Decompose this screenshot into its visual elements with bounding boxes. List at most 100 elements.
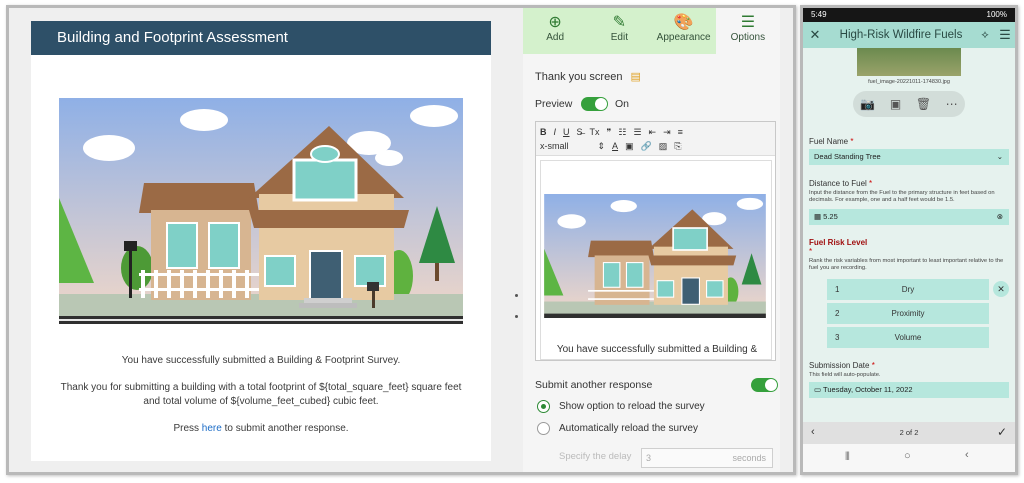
risk-required-mark: *	[809, 247, 813, 256]
appearance-tab[interactable]: 🎨 Appearance	[651, 8, 716, 54]
font-size-stepper-icon[interactable]: ⇕	[598, 141, 606, 152]
status-bar: 5:49 100%	[803, 8, 1015, 22]
submit-another-toggle[interactable]	[751, 378, 778, 392]
editor-content[interactable]: You have successfully submitted a Buildi…	[540, 160, 772, 360]
plus-circle-icon: ⊕	[548, 14, 562, 31]
edit-tab[interactable]: ✎ Edit	[587, 8, 652, 54]
outdent-button[interactable]: ⇤	[649, 127, 657, 138]
app-title: High-Risk Wildfire Fuels	[839, 29, 963, 41]
add-folder-icon[interactable]: ▣	[890, 97, 901, 111]
quote-button[interactable]: ❞	[607, 127, 612, 138]
image-actions: 📷 ▣ 🗑 ⋯	[853, 91, 965, 117]
camera-icon[interactable]: 📷	[860, 97, 875, 111]
thank-you-screen-title: Thank you screen ▤	[535, 71, 641, 83]
submit-check-icon[interactable]: ✓	[997, 425, 1007, 439]
show-reload-option-label: Show option to reload the survey	[559, 401, 705, 412]
satellite-icon[interactable]: ⟡	[975, 29, 995, 42]
app-bar: ✕ High-Risk Wildfire Fuels ⟡ ☰	[803, 22, 1015, 48]
italic-button[interactable]: I	[554, 127, 557, 137]
submit-another-message: Press here to submit another response.	[31, 422, 491, 436]
house-illustration	[59, 98, 463, 324]
panel-resize-handle[interactable]	[515, 294, 518, 336]
nav-back-icon[interactable]: ‹	[965, 449, 969, 461]
success-message: You have successfully submitted a Buildi…	[121, 355, 401, 366]
more-icon[interactable]: ⋯	[946, 97, 958, 111]
settings-panel: ⊕ Add ✎ Edit 🎨 Appearance ☰ Options Than…	[523, 8, 780, 472]
auto-reload-option-label: Automatically reload the survey	[559, 423, 698, 434]
house-illustration-thumbnail	[544, 194, 766, 318]
font-size-select[interactable]: x-small	[540, 141, 569, 151]
recent-apps-icon[interactable]: ⦀	[845, 451, 850, 464]
distance-label: Distance to Fuel *	[809, 179, 873, 188]
home-icon[interactable]: ○	[904, 450, 911, 462]
text-color-button[interactable]: A	[612, 141, 618, 151]
align-button[interactable]: ≡	[678, 127, 683, 137]
survey-form: fuel_image-20221011-174830.jpg 📷 ▣ 🗑 ⋯ F…	[803, 48, 1015, 422]
options-tab[interactable]: ☰ Options	[715, 8, 780, 54]
highlight-button[interactable]: ▣	[625, 141, 634, 152]
rank-item[interactable]: 2 Proximity	[827, 303, 989, 324]
rank-item[interactable]: 1 Dry	[827, 279, 989, 300]
trash-icon[interactable]: 🗑	[916, 97, 931, 111]
rich-text-editor: B I U S̶ Tx ❞ ☷ ☰ ⇤ ⇥ ≡ x-small ⇕ A ▣ 🔗 …	[535, 121, 776, 361]
clear-icon[interactable]: ⊗	[997, 209, 1003, 225]
auto-reload-option-radio[interactable]	[537, 422, 550, 435]
calculator-icon: ▦	[814, 212, 824, 221]
designer-toolbar: ⊕ Add ✎ Edit 🎨 Appearance ☰ Options	[523, 8, 780, 54]
editor-message-text: You have successfully submitted a Buildi…	[556, 344, 758, 355]
options-tab-label: Options	[730, 32, 766, 43]
pencil-icon: ✎	[612, 14, 627, 31]
submit-another-text: to submit another response.	[224, 423, 349, 434]
indent-button[interactable]: ⇥	[663, 127, 671, 138]
volume-message: and total volume of ${volume_feet_cubed}…	[143, 396, 379, 407]
fuel-name-value: Dead Standing Tree	[814, 152, 881, 161]
distance-value: 5.25	[823, 212, 838, 221]
fuel-name-select[interactable]: Dead Standing Tree ⌄	[809, 149, 1009, 165]
numbered-list-button[interactable]: ☷	[618, 127, 626, 138]
distance-input[interactable]: ▦ 5.25 ⊗	[809, 209, 1009, 225]
survey-header: Building and Footprint Assessment	[31, 21, 491, 55]
delay-value: 3	[646, 453, 652, 463]
bold-button[interactable]: B	[540, 127, 547, 137]
preview-toggle[interactable]	[581, 97, 608, 111]
link-button[interactable]: 🔗	[641, 141, 652, 152]
page-indicator: 2 of 2	[899, 428, 919, 437]
menu-icon[interactable]: ☰	[995, 27, 1015, 43]
mobile-survey-app: 5:49 100% ✕ High-Risk Wildfire Fuels ⟡ ☰…	[800, 5, 1018, 475]
bullet-list-button[interactable]: ☰	[633, 127, 641, 138]
clear-format-button[interactable]: Tx	[590, 127, 600, 137]
image-filename: fuel_image-20221011-174830.jpg	[868, 79, 950, 85]
clear-ranking-icon[interactable]: ✕	[993, 281, 1009, 297]
fuel-name-label: Fuel Name *	[809, 137, 854, 146]
preview-state: On	[615, 98, 630, 110]
close-icon[interactable]: ✕	[803, 27, 827, 43]
survey-designer-window: Building and Footprint Assessment You ha…	[6, 5, 796, 475]
page-navigation: ‹ 2 of 2 ✓	[803, 422, 1015, 444]
delay-input[interactable]: 3 seconds	[641, 448, 773, 468]
sliders-icon: ☰	[740, 14, 756, 31]
status-time: 5:49	[811, 10, 827, 19]
delay-label: Specify the delay	[559, 451, 632, 462]
rank-item[interactable]: 3 Volume	[827, 327, 989, 348]
risk-hint: Rank the risk variables from most import…	[809, 258, 1004, 271]
document-icon[interactable]: ▤	[631, 71, 641, 83]
footprint-message: Thank you for submitting a building with…	[60, 382, 462, 393]
fuel-photo[interactable]	[857, 48, 961, 76]
here-link[interactable]: here	[202, 423, 222, 434]
add-tab-label: Add	[546, 32, 565, 43]
date-label: Submission Date *	[809, 361, 875, 370]
thank-you-preview: Building and Footprint Assessment You ha…	[31, 21, 491, 461]
android-nav-bar: ⦀ ○ ‹	[803, 444, 1015, 472]
palette-icon: 🎨	[673, 14, 694, 31]
image-button[interactable]: ▨	[659, 141, 668, 152]
distance-hint: Input the distance from the Fuel to the …	[809, 190, 995, 203]
add-tab[interactable]: ⊕ Add	[523, 8, 588, 54]
strikethrough-button[interactable]: S̶	[577, 127, 583, 137]
show-reload-option-radio[interactable]	[537, 400, 550, 413]
date-input[interactable]: ▭ Tuesday, October 11, 2022	[809, 382, 1009, 398]
underline-button[interactable]: U	[563, 127, 570, 137]
delay-unit: seconds	[732, 453, 766, 463]
source-button[interactable]: ⎘	[674, 141, 681, 152]
preview-label: Preview	[535, 98, 573, 110]
date-hint: This field will auto-populate.	[809, 372, 881, 378]
